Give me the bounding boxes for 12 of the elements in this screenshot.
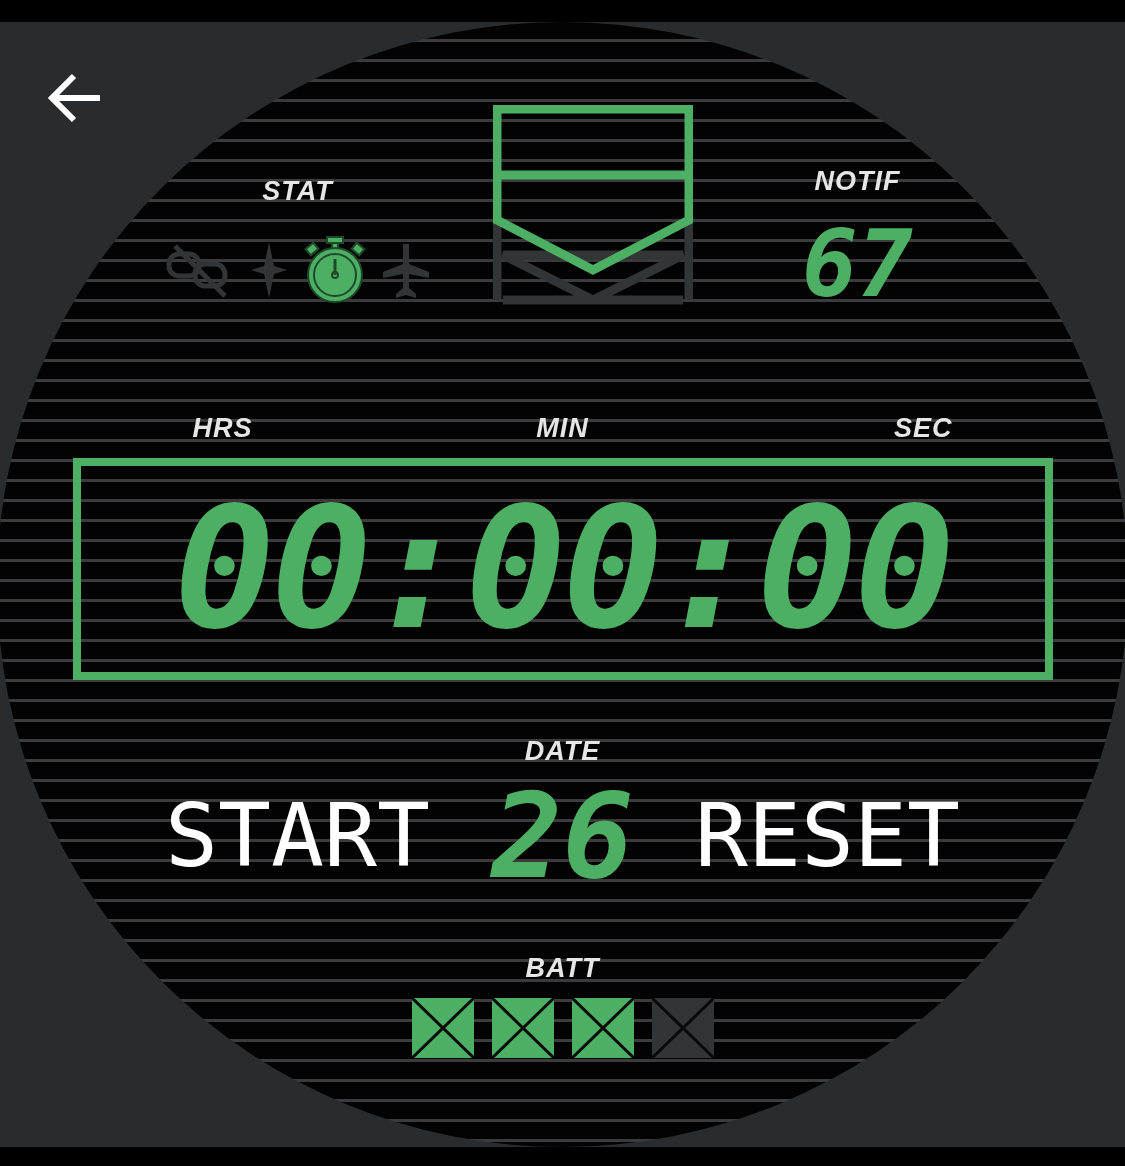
time-unit-label: SEC (892, 413, 954, 444)
date-label: DATE (524, 736, 601, 767)
time-unit-label: HRS (191, 413, 254, 444)
start-button[interactable]: START (152, 785, 443, 887)
reset-button[interactable]: RESET (682, 785, 973, 887)
timer-display: 00:00:00 (173, 485, 952, 653)
stat-label: STAT (262, 176, 333, 207)
notification-count: 67 (802, 225, 913, 305)
time-unit-label: MIN (535, 413, 590, 444)
notif-label: NOTIF (814, 166, 901, 197)
date-value: 26 (489, 777, 635, 895)
battery-label: BATT (525, 953, 600, 984)
